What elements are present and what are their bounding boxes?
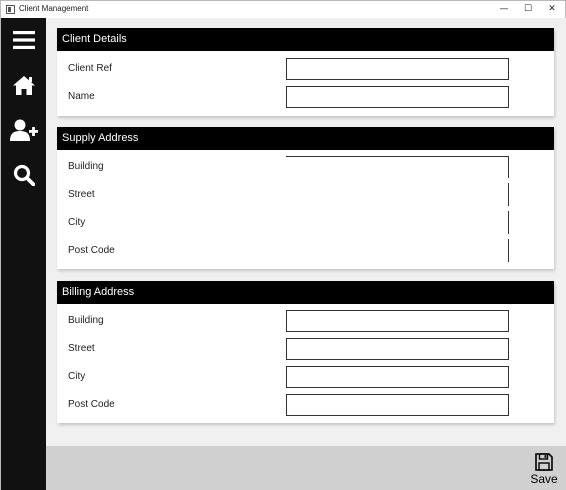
window-title: Client Management: [19, 4, 89, 13]
supply-building-label: Building: [68, 161, 104, 172]
billing-post-code-input[interactable]: [286, 394, 509, 416]
home-button[interactable]: [8, 70, 40, 100]
supply-street-label: Street: [68, 189, 95, 200]
supply-address-header: Supply Address: [57, 127, 554, 150]
add-user-icon: [10, 119, 38, 141]
client-ref-input[interactable]: [286, 58, 509, 80]
supply-street-row: Street: [57, 182, 554, 210]
save-label: Save: [530, 472, 558, 486]
maximize-button[interactable]: ☐: [516, 2, 540, 16]
billing-building-input[interactable]: [286, 310, 509, 332]
client-ref-row: Client Ref: [57, 56, 554, 84]
supply-city-label: City: [68, 217, 86, 228]
search-button[interactable]: [8, 160, 40, 190]
supply-street-input[interactable]: [286, 183, 509, 206]
name-input[interactable]: [286, 86, 509, 108]
menu-button[interactable]: [8, 25, 40, 55]
name-label: Name: [68, 91, 95, 102]
hamburger-menu-icon: [13, 31, 35, 49]
billing-post-code-label: Post Code: [68, 399, 115, 410]
billing-city-label: City: [68, 371, 86, 382]
close-button[interactable]: ✕: [540, 2, 564, 16]
supply-address-section: Supply Address Building Street City Post…: [57, 127, 554, 269]
sidebar: [1, 18, 46, 490]
floppy-disk-icon: [535, 453, 553, 471]
billing-post-code-row: Post Code: [57, 392, 554, 420]
billing-address-section: Billing Address Building Street City Pos…: [57, 281, 554, 423]
billing-building-label: Building: [68, 315, 104, 326]
billing-city-input[interactable]: [286, 366, 509, 388]
billing-street-input[interactable]: [286, 338, 509, 360]
billing-city-row: City: [57, 364, 554, 392]
supply-city-input[interactable]: [286, 211, 509, 234]
supply-post-code-label: Post Code: [68, 245, 115, 256]
billing-street-row: Street: [57, 336, 554, 364]
billing-address-header: Billing Address: [57, 281, 554, 304]
minimize-button[interactable]: —: [492, 2, 516, 16]
name-row: Name: [57, 84, 554, 112]
client-details-header: Client Details: [57, 28, 554, 51]
save-button[interactable]: Save: [528, 453, 560, 487]
home-icon: [13, 75, 35, 95]
supply-building-input[interactable]: [286, 156, 509, 178]
add-client-button[interactable]: [8, 115, 40, 145]
supply-post-code-input[interactable]: [286, 239, 509, 262]
client-ref-label: Client Ref: [68, 63, 112, 74]
billing-building-row: Building: [57, 308, 554, 336]
title-bar: Client Management — ☐ ✕: [1, 1, 565, 18]
client-details-section: Client Details Client Ref Name: [57, 28, 554, 116]
billing-street-label: Street: [68, 343, 95, 354]
supply-post-code-row: Post Code: [57, 238, 554, 266]
main-content: Client Details Client Ref Name Supply Ad…: [46, 18, 566, 446]
search-icon: [13, 164, 35, 186]
app-icon: [6, 5, 15, 14]
supply-building-row: Building: [57, 154, 554, 182]
app-window: Client Management — ☐ ✕ Client Details C…: [0, 0, 566, 490]
bottom-toolbar: Save: [46, 446, 566, 490]
supply-city-row: City: [57, 210, 554, 238]
